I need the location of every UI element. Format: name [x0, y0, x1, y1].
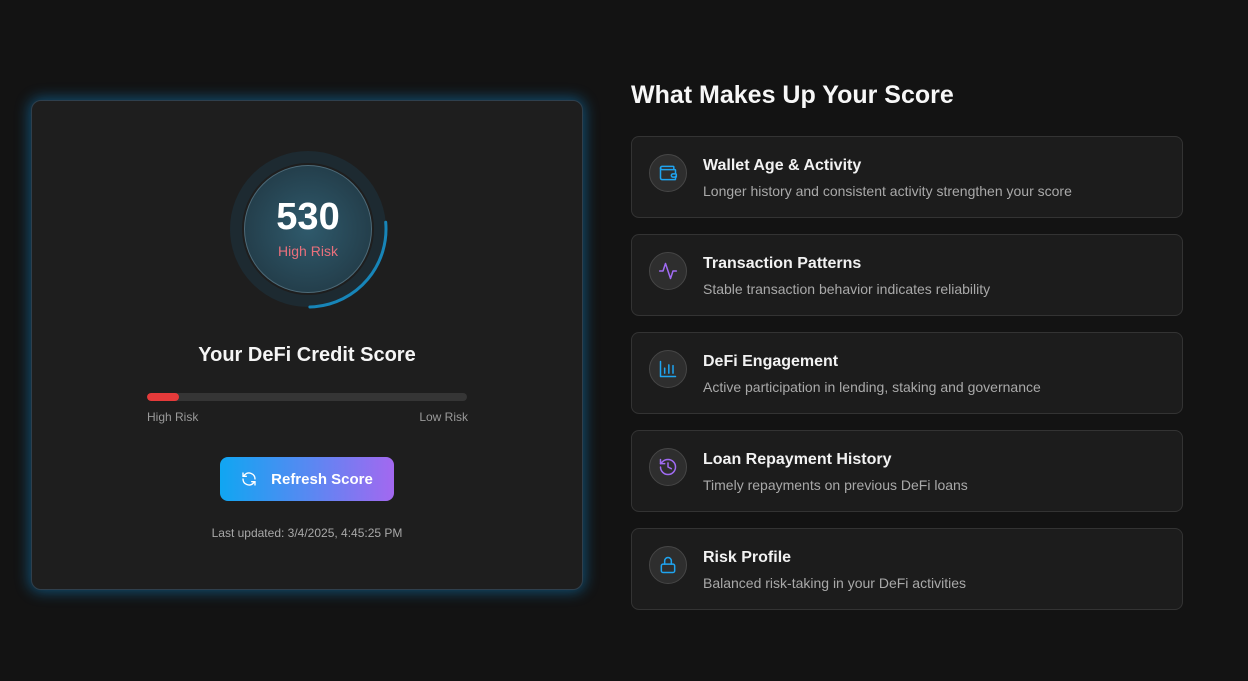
bar-chart-icon — [649, 350, 687, 388]
factor-card-defi-engagement: DeFi Engagement Active participation in … — [631, 332, 1183, 414]
risk-level-label: High Risk — [278, 243, 338, 259]
score-factors-list: Wallet Age & Activity Longer history and… — [631, 136, 1183, 626]
factor-description: Active participation in lending, staking… — [703, 379, 1041, 395]
factor-description: Balanced risk-taking in your DeFi activi… — [703, 575, 966, 591]
factor-description: Stable transaction behavior indicates re… — [703, 281, 991, 297]
risk-bar-high-label: High Risk — [147, 410, 199, 424]
refresh-icon — [241, 471, 257, 487]
factor-card-transaction-patterns: Transaction Patterns Stable transaction … — [631, 234, 1183, 316]
factor-title: Risk Profile — [703, 549, 792, 566]
factor-title: Transaction Patterns — [703, 255, 862, 272]
risk-bar — [147, 393, 467, 401]
last-updated-text: Last updated: 3/4/2025, 4:45:25 PM — [211, 526, 403, 540]
wallet-icon — [649, 154, 687, 192]
refresh-score-label: Refresh Score — [271, 470, 373, 488]
factor-card-risk-profile: Risk Profile Balanced risk-taking in you… — [631, 528, 1183, 610]
score-card-title: Your DeFi Credit Score — [198, 344, 416, 366]
factor-title: Wallet Age & Activity — [703, 157, 862, 174]
score-gauge-center: 530 High Risk — [244, 165, 372, 293]
factor-card-loan-repayment: Loan Repayment History Timely repayments… — [631, 430, 1183, 512]
history-icon — [649, 448, 687, 486]
factors-section-title: What Makes Up Your Score — [631, 81, 954, 109]
refresh-score-button[interactable]: Refresh Score — [220, 457, 394, 501]
lock-icon — [649, 546, 687, 584]
score-card: 530 High Risk Your DeFi Credit Score Hig… — [31, 100, 583, 590]
factor-title: DeFi Engagement — [703, 353, 839, 370]
activity-icon — [649, 252, 687, 290]
factor-description: Timely repayments on previous DeFi loans — [703, 477, 968, 493]
factor-title: Loan Repayment History — [703, 451, 892, 468]
risk-bar-low-label: Low Risk — [419, 410, 468, 424]
risk-bar-fill — [147, 393, 179, 401]
score-gauge: 530 High Risk — [227, 148, 389, 310]
factor-card-wallet-age: Wallet Age & Activity Longer history and… — [631, 136, 1183, 218]
factor-description: Longer history and consistent activity s… — [703, 183, 1072, 199]
credit-score-value: 530 — [276, 196, 340, 238]
